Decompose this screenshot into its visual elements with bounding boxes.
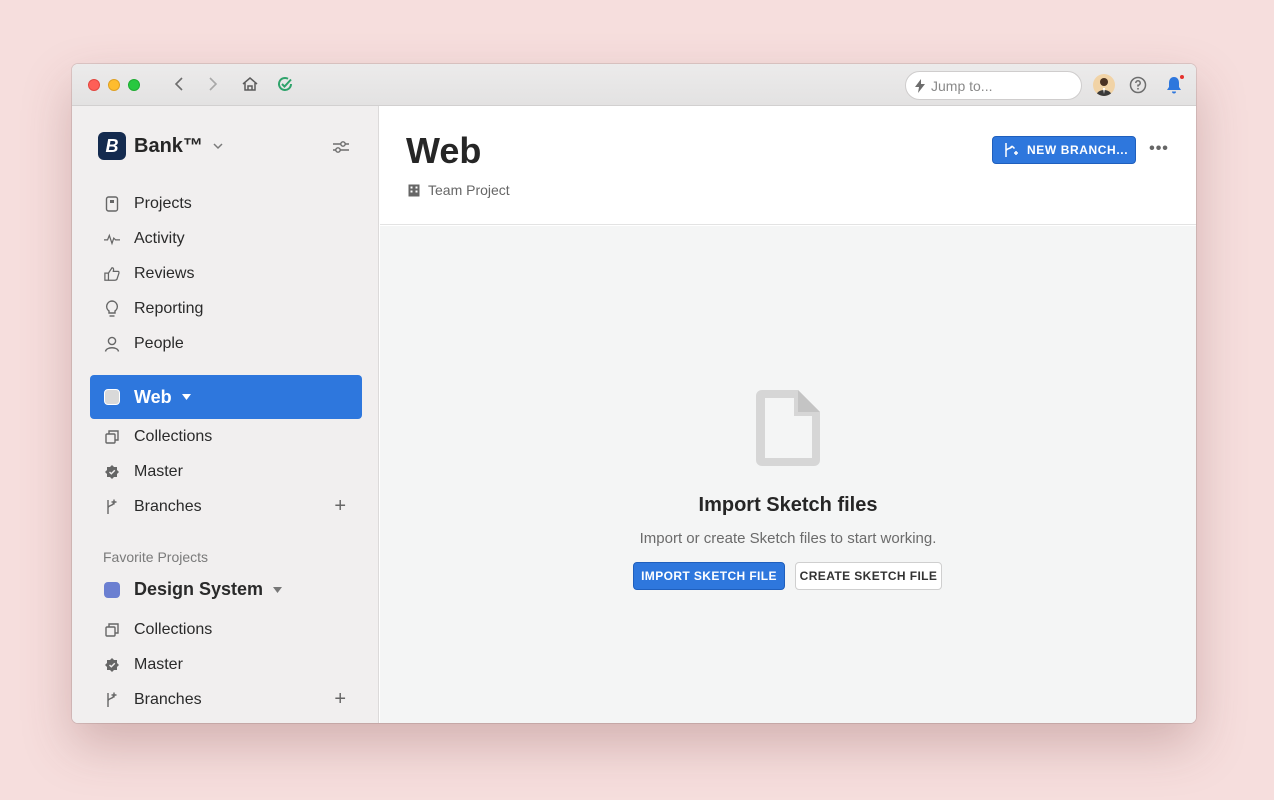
back-button[interactable] [168,73,190,95]
sidebar-item-label: Master [134,462,183,480]
current-project-web[interactable]: Web [90,375,362,419]
sidebar-item-label: People [134,334,184,352]
sidebar-item-activity[interactable]: Activity [90,221,362,256]
sidebar: B Bank™ Projects Activity Reviews Report… [72,106,379,723]
chevron-down-icon [213,143,223,150]
new-branch-label: NEW BRANCH... [1027,143,1129,157]
favorite-project-design-system[interactable]: Design System [90,572,362,607]
minimize-window-button[interactable] [108,79,120,91]
chevron-left-icon [174,77,183,91]
branch-icon [104,692,120,708]
caret-down-icon [181,394,191,400]
sidebar-item-label: Collections [134,427,213,445]
help-button[interactable] [1127,74,1149,96]
jump-to-search[interactable]: Jump to... [905,71,1082,100]
project-name: Web [134,386,172,407]
chevron-right-icon [209,77,218,91]
page-header: Web Team Project NEW BRANCH... ••• [380,106,1196,225]
activity-icon [104,231,120,247]
sidebar-item-label: Collections [134,620,213,638]
more-options-button[interactable]: ••• [1146,138,1172,160]
project-color-swatch [104,389,120,405]
new-branch-button[interactable]: NEW BRANCH... [992,136,1136,164]
sidebar-item-master[interactable]: Master [90,454,362,489]
verified-badge-icon [104,657,120,673]
sidebar-item-collections[interactable]: Collections [90,612,362,647]
page-title: Web [406,130,482,171]
sidebar-item-label: Master [134,655,183,673]
person-icon [104,336,120,352]
project-name: Design System [134,579,264,599]
thumbs-up-icon [104,266,120,282]
lightbulb-icon [104,299,120,317]
document-icon [756,390,820,466]
sidebar-settings-button[interactable] [330,136,352,158]
app-window: Jump to... B Bank™ Projects Activity Rev… [72,64,1196,723]
project-type-label: Team Project [428,182,510,198]
empty-state-title: Import Sketch files [698,494,878,516]
main-content: Web Team Project NEW BRANCH... ••• Impor… [380,106,1196,723]
create-sketch-file-button[interactable]: CREATE SKETCH FILE [795,562,942,590]
branch-icon [104,499,120,515]
sidebar-item-branches[interactable]: Branches + [90,489,362,524]
sidebar-item-label: Reporting [134,299,204,317]
verified-badge-icon [104,464,120,480]
sidebar-item-reviews[interactable]: Reviews [90,256,362,291]
org-switcher[interactable]: B Bank™ [98,132,223,160]
org-name: Bank™ [134,134,203,157]
notebook-icon [104,195,120,212]
add-branch-button[interactable]: + [334,495,346,518]
sidebar-item-projects[interactable]: Projects [90,186,362,221]
project-type: Team Project [408,182,510,198]
collections-icon [104,429,120,445]
favorites-section-label: Favorite Projects [103,549,209,565]
home-button[interactable] [239,73,261,95]
sidebar-item-label: Branches [134,497,202,515]
zoom-window-button[interactable] [128,79,140,91]
sidebar-item-branches[interactable]: Branches + [90,682,362,717]
close-window-button[interactable] [88,79,100,91]
sidebar-item-people[interactable]: People [90,326,362,361]
sidebar-item-master[interactable]: Master [90,647,362,682]
import-sketch-file-button[interactable]: IMPORT SKETCH FILE [633,562,785,590]
empty-state: Import Sketch files Import or create Ske… [380,226,1196,723]
empty-state-description: Import or create Sketch files to start w… [639,530,937,547]
home-icon [242,77,258,91]
building-icon [408,184,420,196]
add-branch-button[interactable]: + [334,688,346,711]
sync-status-button[interactable] [274,73,296,95]
titlebar: Jump to... [72,64,1196,106]
user-avatar[interactable] [1093,74,1115,96]
check-circle-icon [278,77,292,91]
avatar-icon [1096,78,1112,96]
forward-button[interactable] [202,73,224,95]
sidebar-item-label: Reviews [134,264,195,282]
sidebar-item-label: Branches [134,690,202,708]
sidebar-item-label: Activity [134,229,185,247]
sliders-icon [333,141,349,153]
new-branch-icon [1005,143,1018,157]
jump-placeholder: Jump to... [931,77,993,94]
org-logo: B [98,132,126,160]
sidebar-item-collections[interactable]: Collections [90,419,362,454]
help-icon [1129,76,1147,94]
lightning-icon [915,78,925,93]
caret-down-icon [273,586,283,593]
collections-icon [104,622,120,638]
project-color-swatch [104,581,120,598]
notification-badge [1179,74,1185,80]
notifications-button[interactable] [1163,74,1185,96]
sidebar-item-label: Projects [134,194,192,212]
sidebar-item-reporting[interactable]: Reporting [90,291,362,326]
